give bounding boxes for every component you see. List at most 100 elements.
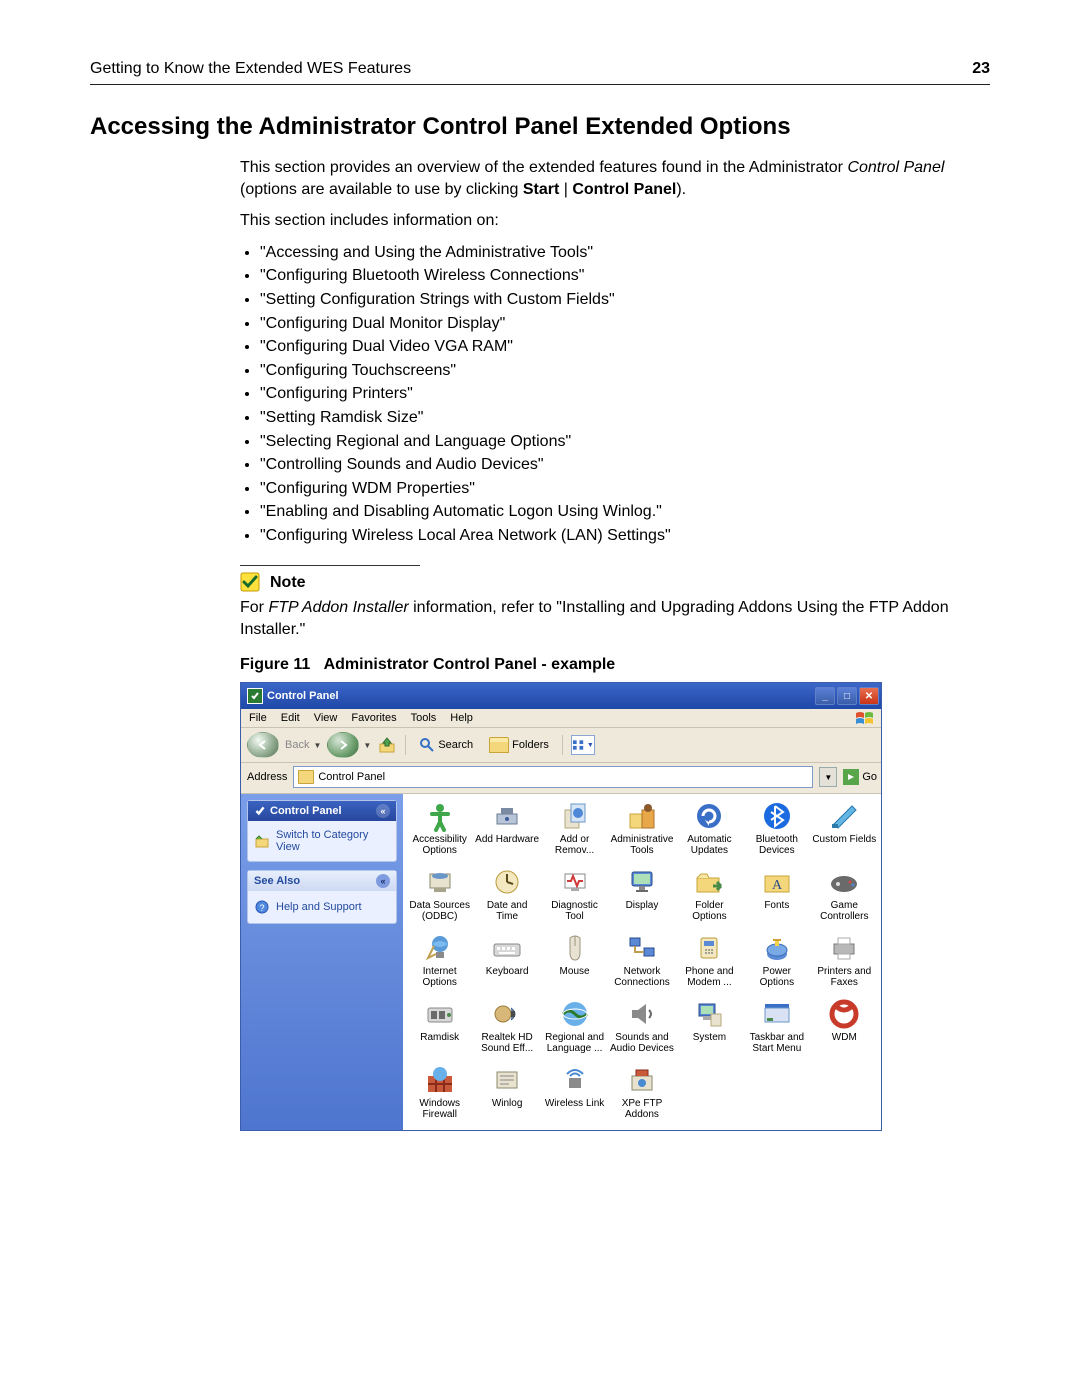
cp-item-updates[interactable]: Automatic Updates: [677, 800, 741, 856]
category-view-icon: [254, 833, 270, 849]
cp-item-bluetooth[interactable]: Bluetooth Devices: [745, 800, 809, 856]
menu-item-view[interactable]: View: [314, 712, 338, 724]
see-also-title: See Also: [254, 875, 300, 887]
cp-item-taskbar[interactable]: Taskbar and Start Menu: [745, 998, 809, 1054]
note-body: For FTP Addon Installer information, ref…: [240, 597, 990, 640]
menu-item-edit[interactable]: Edit: [281, 712, 300, 724]
cp-item-mouse[interactable]: Mouse: [543, 932, 607, 988]
cp-item-hardware[interactable]: Add Hardware: [475, 800, 539, 856]
views-button[interactable]: ▼: [571, 735, 595, 755]
address-bar: Address Control Panel ▼ Go: [241, 763, 881, 794]
cp-item-label: XPe FTP Addons: [610, 1098, 674, 1120]
cp-item-inet[interactable]: Internet Options: [408, 932, 472, 988]
help-support-link[interactable]: ? Help and Support: [254, 897, 390, 917]
cp-item-display[interactable]: Display: [610, 866, 674, 922]
window-titlebar[interactable]: Control Panel _ □ ✕: [241, 683, 881, 709]
cp-item-ramdisk[interactable]: Ramdisk: [408, 998, 472, 1054]
address-folder-icon: [298, 770, 314, 784]
topic-list-item: "Selecting Regional and Language Options…: [260, 431, 990, 453]
section-title: Accessing the Administrator Control Pane…: [90, 113, 990, 141]
cp-item-odbc[interactable]: Data Sources (ODBC): [408, 866, 472, 922]
firewall-icon: [424, 1064, 456, 1096]
cp-item-label: Accessibility Options: [408, 834, 472, 856]
cp-item-winlog[interactable]: Winlog: [475, 1064, 539, 1120]
menu-item-tools[interactable]: Tools: [411, 712, 437, 724]
back-label: Back: [285, 739, 309, 751]
search-button[interactable]: Search: [414, 735, 478, 755]
menu-bar[interactable]: File Edit View Favorites Tools Help: [241, 709, 881, 728]
note-check-icon: [240, 572, 260, 592]
cp-item-printers[interactable]: Printers and Faxes: [812, 932, 876, 988]
cp-item-folderopt[interactable]: Folder Options: [677, 866, 741, 922]
cp-item-phone[interactable]: Phone and Modem ...: [677, 932, 741, 988]
address-dropdown-button[interactable]: ▼: [819, 767, 837, 787]
menu-item-help[interactable]: Help: [450, 712, 473, 724]
topic-list: "Accessing and Using the Administrative …: [260, 242, 990, 547]
address-field[interactable]: Control Panel: [293, 766, 813, 788]
cp-item-label: System: [693, 1032, 726, 1043]
cp-item-game[interactable]: Game Controllers: [812, 866, 876, 922]
menu-item-favorites[interactable]: Favorites: [351, 712, 396, 724]
maximize-button[interactable]: □: [837, 687, 857, 705]
cp-item-addremove[interactable]: Add or Remov...: [543, 800, 607, 856]
topic-list-item: "Configuring Wireless Local Area Network…: [260, 525, 990, 547]
close-button[interactable]: ✕: [859, 687, 879, 705]
cp-item-wireless[interactable]: Wireless Link: [543, 1064, 607, 1120]
forward-dropdown-icon[interactable]: ▼: [363, 741, 371, 750]
phone-icon: [693, 932, 725, 964]
keyboard-icon: [491, 932, 523, 964]
cp-item-label: Network Connections: [610, 966, 674, 988]
topic-list-item: "Configuring Bluetooth Wireless Connecti…: [260, 265, 990, 287]
winlog-icon: [491, 1064, 523, 1096]
cp-item-firewall[interactable]: Windows Firewall: [408, 1064, 472, 1120]
cp-item-xpeftp[interactable]: XPe FTP Addons: [610, 1064, 674, 1120]
network-icon: [626, 932, 658, 964]
cp-item-fonts[interactable]: A Fonts: [745, 866, 809, 922]
cp-item-system[interactable]: System: [677, 998, 741, 1054]
go-button[interactable]: Go: [843, 769, 877, 785]
cp-item-wdm[interactable]: WDM: [812, 998, 876, 1054]
toolbar: Back ▼ ▼ Search Folders: [241, 728, 881, 763]
control-panel-small-icon: [254, 805, 266, 817]
side-panel-header[interactable]: Control Panel «: [248, 801, 396, 821]
cp-item-accessibility[interactable]: Accessibility Options: [408, 800, 472, 856]
cp-item-label: Wireless Link: [545, 1098, 604, 1109]
cp-item-sounds[interactable]: Sounds and Audio Devices: [610, 998, 674, 1054]
cp-item-power[interactable]: Power Options: [745, 932, 809, 988]
back-dropdown-icon[interactable]: ▼: [313, 741, 321, 750]
cp-item-diagnostic[interactable]: Diagnostic Tool: [543, 866, 607, 922]
collapse-icon[interactable]: «: [376, 804, 390, 818]
cp-item-label: Mouse: [560, 966, 590, 977]
fonts-icon: A: [761, 866, 793, 898]
minimize-button[interactable]: _: [815, 687, 835, 705]
menu-item-file[interactable]: File: [249, 712, 267, 724]
cp-item-label: Folder Options: [677, 900, 741, 922]
cp-item-regional[interactable]: Regional and Language ...: [543, 998, 607, 1054]
see-also-collapse-icon[interactable]: «: [376, 874, 390, 888]
cp-item-keyboard[interactable]: Keyboard: [475, 932, 539, 988]
cp-item-label: Diagnostic Tool: [543, 900, 607, 922]
cp-item-custom[interactable]: Custom Fields: [812, 800, 876, 856]
up-button[interactable]: [377, 735, 397, 755]
search-label: Search: [438, 739, 473, 751]
views-dropdown-icon: ▼: [587, 742, 594, 749]
cp-item-admintools[interactable]: Administrative Tools: [610, 800, 674, 856]
forward-button[interactable]: [327, 732, 359, 758]
printers-icon: [828, 932, 860, 964]
odbc-icon: [424, 866, 456, 898]
realtek-icon: [491, 998, 523, 1030]
header-chapter: Getting to Know the Extended WES Feature…: [90, 60, 411, 78]
cp-item-label: Administrative Tools: [610, 834, 674, 856]
cp-item-realtek[interactable]: Realtek HD Sound Eff...: [475, 998, 539, 1054]
cp-item-datetime[interactable]: Date and Time: [475, 866, 539, 922]
folders-button[interactable]: Folders: [484, 735, 554, 755]
datetime-icon: [491, 866, 523, 898]
see-also-header[interactable]: See Also «: [248, 871, 396, 891]
cp-item-label: Fonts: [764, 900, 789, 911]
back-button[interactable]: [247, 732, 279, 758]
help-icon: ?: [254, 899, 270, 915]
xpeftp-icon: [626, 1064, 658, 1096]
switch-category-view-link[interactable]: Switch to Category View: [254, 827, 390, 855]
cp-item-network[interactable]: Network Connections: [610, 932, 674, 988]
cp-item-label: WDM: [832, 1032, 857, 1043]
